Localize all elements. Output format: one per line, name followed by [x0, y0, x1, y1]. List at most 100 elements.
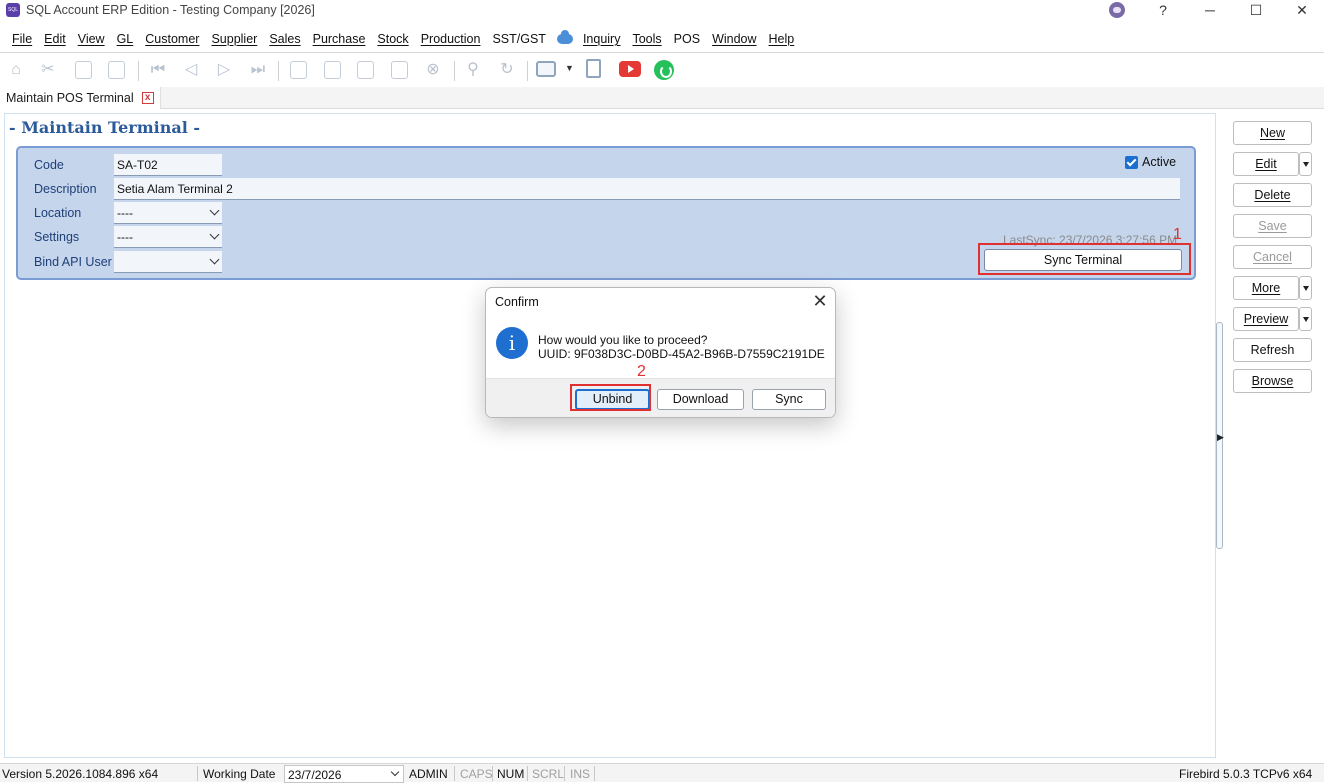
description-field[interactable]: Setia Alam Terminal 2: [114, 178, 1180, 200]
annotation-highlight-2: [570, 384, 651, 411]
working-date-label: Working Date: [203, 767, 276, 781]
menu-inquiry[interactable]: Inquiry: [577, 32, 627, 46]
dialog-title: Confirm: [495, 295, 539, 309]
status-divider: [454, 766, 455, 781]
print-preview-icon[interactable]: [586, 59, 601, 78]
page-title: - Maintain Terminal -: [9, 118, 201, 137]
close-window-button[interactable]: ✕: [1280, 0, 1324, 22]
home-icon[interactable]: ⌂: [6, 60, 26, 80]
youtube-icon[interactable]: [619, 61, 641, 77]
bind-api-user-select[interactable]: [114, 251, 222, 273]
menu-customer[interactable]: Customer: [139, 32, 205, 46]
last-record-icon[interactable]: ⏭: [248, 60, 268, 80]
first-record-icon[interactable]: ⏮: [148, 60, 168, 80]
refresh-button-label: Refresh: [1250, 343, 1295, 357]
working-date-value: 23/7/2026: [288, 768, 342, 782]
code-label: Code: [34, 158, 64, 172]
chevron-down-icon: [209, 205, 220, 216]
refresh-button[interactable]: Refresh: [1233, 338, 1312, 362]
description-label: Description: [34, 182, 97, 196]
browse-button-label: Browse: [1251, 374, 1294, 388]
menu-sales[interactable]: Sales: [263, 32, 306, 46]
paste-icon[interactable]: [108, 61, 125, 79]
scrl-indicator: SCRL: [532, 767, 565, 781]
active-label: Active: [1142, 155, 1177, 169]
maximize-button[interactable]: ☐: [1234, 0, 1278, 22]
prior-record-icon[interactable]: ◁: [181, 60, 201, 80]
working-date-picker[interactable]: 23/7/2026: [284, 765, 404, 783]
code-field[interactable]: SA-T02: [114, 154, 222, 176]
dialog-uuid: UUID: 9F038D3C-D0BD-45A2-B96B-D7559C2191…: [538, 347, 825, 361]
menu-gl[interactable]: GL: [111, 32, 140, 46]
sync-button[interactable]: Sync: [752, 389, 826, 410]
location-select[interactable]: ----: [114, 202, 222, 224]
menu-pos[interactable]: POS: [668, 32, 706, 46]
chevron-down-icon: [209, 229, 220, 240]
menu-production[interactable]: Production: [415, 32, 487, 46]
num-indicator: NUM: [497, 767, 525, 781]
download-button[interactable]: Download: [657, 389, 744, 410]
info-icon: i: [496, 327, 528, 359]
help-button[interactable]: ?: [1141, 0, 1185, 22]
delete-button[interactable]: Delete: [1233, 183, 1312, 207]
title-bar: SQL SQL Account ERP Edition - Testing Co…: [0, 0, 1324, 24]
dialog-question: How would you like to proceed?: [538, 333, 708, 347]
print-dropdown-icon[interactable]: ▼: [565, 63, 574, 73]
delete-document-icon[interactable]: [357, 61, 374, 79]
new-document-icon[interactable]: [290, 61, 307, 79]
save-button[interactable]: Save: [1233, 214, 1312, 238]
confirm-dialog: Confirm ✕ i How would you like to procee…: [485, 287, 836, 418]
print-icon[interactable]: [536, 61, 556, 77]
dialog-close-button[interactable]: ✕: [810, 291, 830, 311]
cancel-icon[interactable]: ⊗: [423, 60, 443, 80]
user-name: ADMIN: [409, 767, 448, 781]
edit-document-icon[interactable]: [324, 61, 341, 79]
more-dropdown-button[interactable]: [1299, 276, 1312, 300]
menu-file[interactable]: File: [6, 32, 38, 46]
edit-button[interactable]: Edit: [1233, 152, 1299, 176]
browse-button[interactable]: Browse: [1233, 369, 1312, 393]
new-button[interactable]: New: [1233, 121, 1312, 145]
menu-stock[interactable]: Stock: [371, 32, 414, 46]
delete-button-label: Delete: [1254, 188, 1291, 202]
edit-button-label: Edit: [1255, 157, 1277, 171]
more-button[interactable]: More: [1233, 276, 1299, 300]
menu-sst-gst[interactable]: SST/GST: [486, 32, 551, 46]
menu-view[interactable]: View: [72, 32, 111, 46]
menu-help[interactable]: Help: [763, 32, 801, 46]
close-tab-icon[interactable]: x: [141, 92, 154, 104]
app-logo-icon: SQL: [6, 3, 20, 17]
save-icon[interactable]: [391, 61, 408, 79]
active-checkbox[interactable]: [1125, 156, 1138, 169]
ins-indicator: INS: [570, 767, 591, 781]
preview-button[interactable]: Preview: [1233, 307, 1299, 331]
menu-tools[interactable]: Tools: [626, 32, 667, 46]
cancel-button-label: Cancel: [1253, 250, 1292, 264]
next-record-icon[interactable]: ▷: [214, 60, 234, 80]
toolbar-divider: [527, 61, 528, 81]
main-content: - Maintain Terminal - Code SA-T02 Descri…: [4, 113, 1216, 758]
settings-select[interactable]: ----: [114, 226, 222, 248]
cancel-button[interactable]: Cancel: [1233, 245, 1312, 269]
new-button-label: New: [1259, 126, 1285, 140]
menu-supplier[interactable]: Supplier: [205, 32, 263, 46]
preview-dropdown-button[interactable]: [1299, 307, 1312, 331]
menu-window[interactable]: Window: [706, 32, 762, 46]
menu-purchase[interactable]: Purchase: [307, 32, 372, 46]
toolbar-divider: [454, 61, 455, 81]
chevron-right-icon[interactable]: ▶: [1217, 432, 1224, 443]
whatsapp-icon[interactable]: [654, 60, 674, 80]
user-avatar-icon[interactable]: [1109, 2, 1125, 18]
refresh-icon[interactable]: ↻: [497, 60, 517, 80]
caps-indicator: CAPS: [460, 767, 493, 781]
edit-dropdown-button[interactable]: [1299, 152, 1312, 176]
tab-maintain-pos-terminal[interactable]: Maintain POS Terminal x: [0, 87, 161, 109]
toolbar-divider: [278, 61, 279, 81]
cloud-icon[interactable]: [556, 30, 573, 44]
search-icon[interactable]: ⚲: [463, 60, 483, 80]
minimize-button[interactable]: ─: [1188, 0, 1232, 22]
menu-edit[interactable]: Edit: [38, 32, 72, 46]
copy-icon[interactable]: [75, 61, 92, 79]
window-title: SQL Account ERP Edition - Testing Compan…: [26, 3, 315, 17]
cut-icon[interactable]: ✂: [38, 60, 58, 80]
